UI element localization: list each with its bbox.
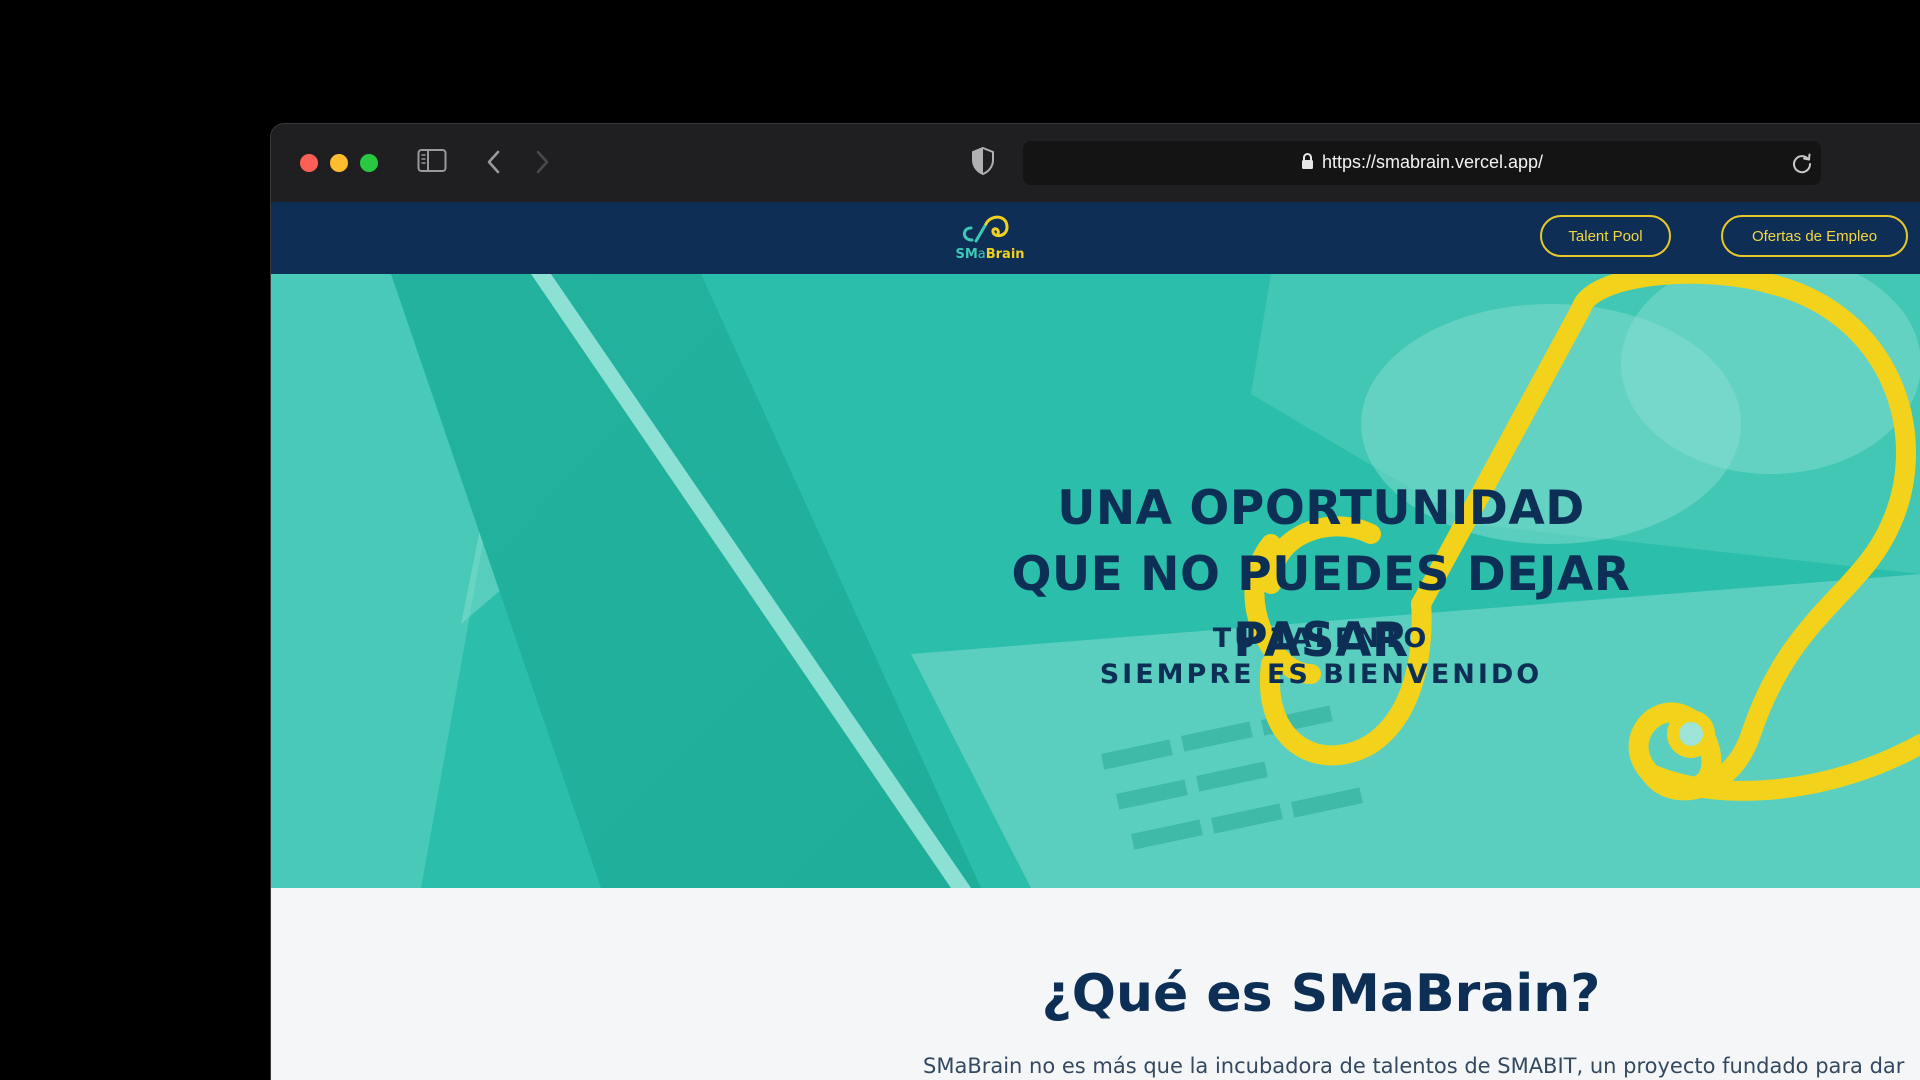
sidebar-icon[interactable] <box>417 148 447 179</box>
lock-icon <box>1301 152 1314 175</box>
logo-mark <box>962 215 1009 243</box>
job-offers-button[interactable]: Ofertas de Empleo <box>1721 215 1908 257</box>
minimize-window-button[interactable] <box>330 154 348 172</box>
about-section-title: ¿Qué es SMaBrain? <box>1041 964 1601 1024</box>
address-bar[interactable]: https://smabrain.vercel.app/ <box>1023 141 1821 185</box>
browser-toolbar: https://smabrain.vercel.app/ <box>271 124 1920 202</box>
hero-banner: UNA OPORTUNIDAD QUE NO PUEDES DEJAR PASA… <box>271 274 1920 888</box>
about-section-text: SMaBrain no es más que la incubadora de … <box>923 1054 1905 1078</box>
logo-wordmark: SMaBrain <box>955 247 1025 262</box>
talent-pool-button[interactable]: Talent Pool <box>1540 215 1671 257</box>
hero-subtitle: TU TALENTO SIEMPRE ES BIENVENIDO <box>1099 623 1543 690</box>
url-text: https://smabrain.vercel.app/ <box>1321 152 1544 172</box>
maximize-window-button[interactable] <box>360 154 378 172</box>
smabrain-logo[interactable]: SMaBrain <box>950 210 1030 262</box>
reload-icon[interactable] <box>1789 150 1815 181</box>
shield-icon[interactable] <box>971 146 995 181</box>
forward-arrow-icon[interactable] <box>533 148 551 181</box>
web-page: SMaBrain Talent Pool Ofertas de Empleo U… <box>271 202 1920 1080</box>
browser-window: https://smabrain.vercel.app/ SMaBrain Ta… <box>270 123 1920 1080</box>
site-navbar: SMaBrain Talent Pool Ofertas de Empleo <box>271 202 1920 274</box>
close-window-button[interactable] <box>300 154 318 172</box>
back-arrow-icon[interactable] <box>485 148 503 181</box>
